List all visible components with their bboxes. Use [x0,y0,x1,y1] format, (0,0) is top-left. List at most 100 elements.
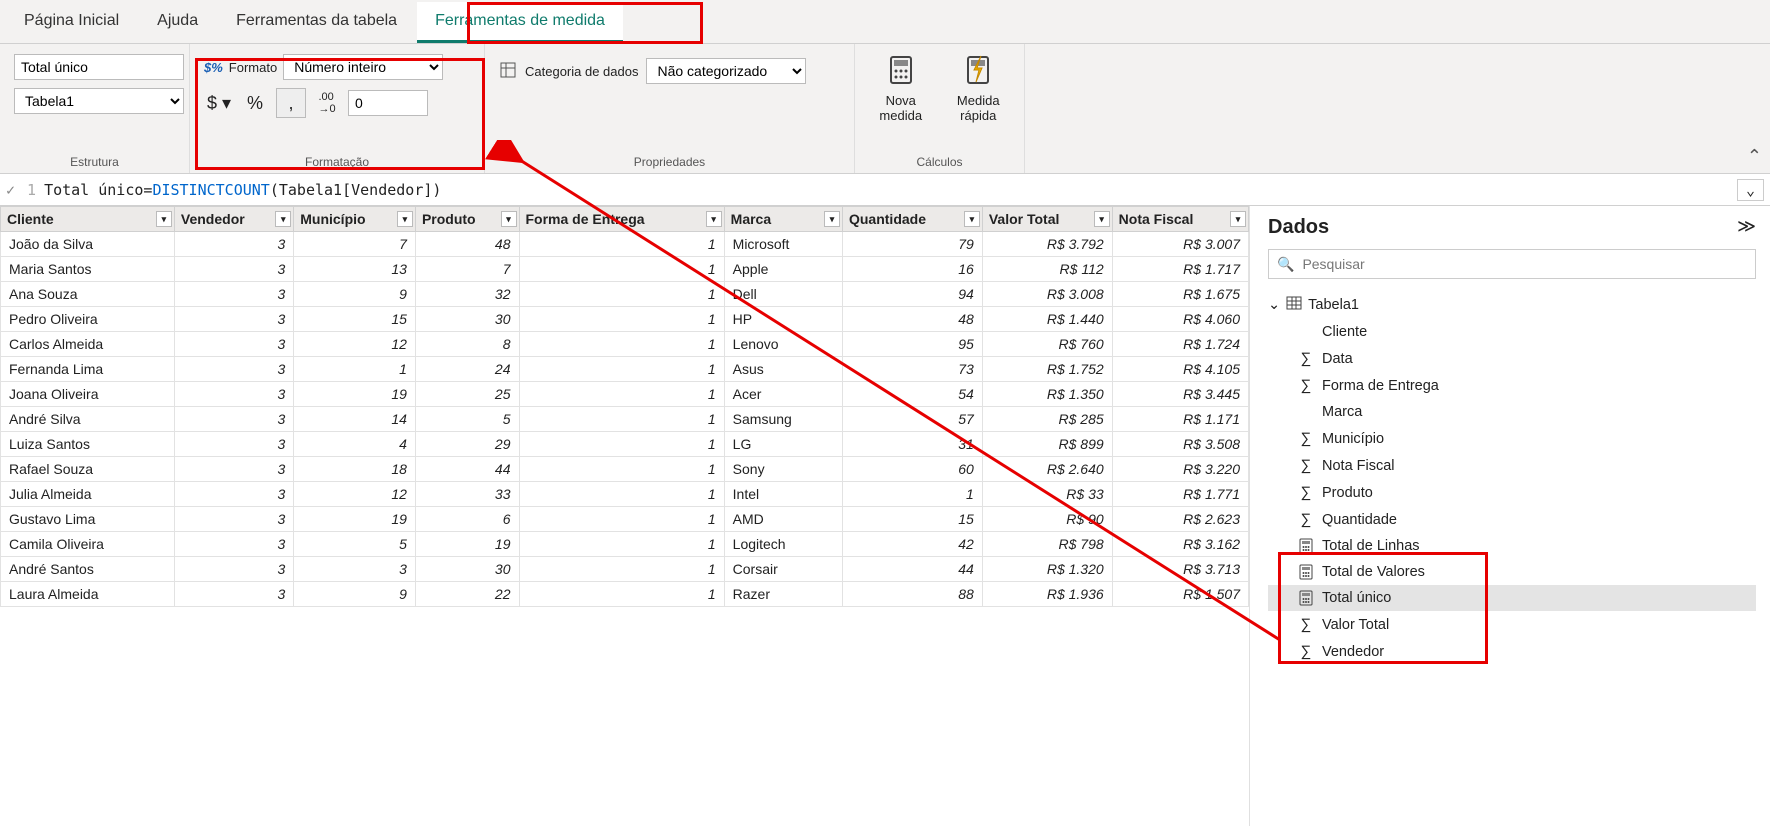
column-filter-button[interactable]: ▾ [501,211,517,227]
decimal-shift-button[interactable]: .00→0 [312,88,342,118]
cell[interactable]: 7 [415,257,519,282]
cell[interactable]: 7 [294,232,416,257]
cell[interactable]: R$ 899 [982,432,1112,457]
cell[interactable]: 1 [519,382,724,407]
cell[interactable]: 3 [174,232,293,257]
column-header[interactable]: Nota Fiscal▾ [1112,207,1248,232]
cell[interactable]: 3 [174,282,293,307]
field-item[interactable]: ∑Forma de Entrega [1268,372,1756,399]
cell[interactable]: R$ 1.752 [982,357,1112,382]
column-header[interactable]: Quantidade▾ [842,207,982,232]
cell[interactable]: R$ 285 [982,407,1112,432]
percent-button[interactable]: % [240,88,270,118]
cell[interactable]: 1 [519,282,724,307]
table-row[interactable]: Maria Santos31371Apple16R$ 112R$ 1.717 [1,257,1249,282]
field-item[interactable]: ∑Produto [1268,479,1756,506]
table-row[interactable]: Pedro Oliveira315301HP48R$ 1.440R$ 4.060 [1,307,1249,332]
field-item[interactable]: Cliente [1268,319,1756,345]
tab-measure-tools[interactable]: Ferramentas de medida [417,2,623,43]
cell[interactable]: R$ 1.507 [1112,582,1248,607]
cell[interactable]: 19 [415,532,519,557]
tab-home[interactable]: Página Inicial [6,2,137,43]
decimals-input[interactable] [348,90,428,116]
collapse-ribbon-button[interactable]: ⌃ [1747,146,1762,167]
column-filter-button[interactable]: ▾ [397,211,413,227]
cell[interactable]: 12 [294,482,416,507]
table-row[interactable]: João da Silva37481Microsoft79R$ 3.792R$ … [1,232,1249,257]
table-row[interactable]: André Santos33301Corsair44R$ 1.320R$ 3.7… [1,557,1249,582]
tab-help[interactable]: Ajuda [139,2,216,43]
cell[interactable]: R$ 1.350 [982,382,1112,407]
cell[interactable]: 22 [415,582,519,607]
cell[interactable]: 1 [519,332,724,357]
cell[interactable]: 42 [842,532,982,557]
cell[interactable]: Intel [724,482,842,507]
cell[interactable]: R$ 3.792 [982,232,1112,257]
cell[interactable]: 3 [174,357,293,382]
cell[interactable]: Sony [724,457,842,482]
cell[interactable]: R$ 2.623 [1112,507,1248,532]
currency-button[interactable]: $ ▾ [204,88,234,118]
cell[interactable]: 48 [842,307,982,332]
cell[interactable]: 12 [294,332,416,357]
table-row[interactable]: Fernanda Lima31241Asus73R$ 1.752R$ 4.105 [1,357,1249,382]
field-item[interactable]: ∑Quantidade [1268,506,1756,533]
table-row[interactable]: Ana Souza39321Dell94R$ 3.008R$ 1.675 [1,282,1249,307]
cell[interactable]: André Silva [1,407,175,432]
cell[interactable]: Razer [724,582,842,607]
cell[interactable]: R$ 3.162 [1112,532,1248,557]
cell[interactable]: 32 [415,282,519,307]
table-row[interactable]: Rafael Souza318441Sony60R$ 2.640R$ 3.220 [1,457,1249,482]
cell[interactable]: R$ 3.008 [982,282,1112,307]
cell[interactable]: 3 [174,557,293,582]
quick-measure-button[interactable]: Medida rápida [947,54,1011,123]
cell[interactable]: Lenovo [724,332,842,357]
cell[interactable]: 57 [842,407,982,432]
cell[interactable]: 95 [842,332,982,357]
field-item[interactable]: Marca [1268,399,1756,425]
cell[interactable]: R$ 3.445 [1112,382,1248,407]
column-filter-button[interactable]: ▾ [1230,211,1246,227]
formula-expand-button[interactable]: ⌄ [1737,179,1764,201]
fields-expand-button[interactable]: ≫ [1737,216,1756,237]
column-header[interactable]: Vendedor▾ [174,207,293,232]
cell[interactable]: R$ 1.717 [1112,257,1248,282]
cell[interactable]: Pedro Oliveira [1,307,175,332]
data-table-wrap[interactable]: Cliente▾Vendedor▾Município▾Produto▾Forma… [0,206,1250,826]
cell[interactable]: André Santos [1,557,175,582]
cell[interactable]: 14 [294,407,416,432]
cell[interactable]: Gustavo Lima [1,507,175,532]
cell[interactable]: João da Silva [1,232,175,257]
cell[interactable]: Corsair [724,557,842,582]
column-filter-button[interactable]: ▾ [275,211,291,227]
cell[interactable]: 1 [842,482,982,507]
cell[interactable]: Camila Oliveira [1,532,175,557]
cell[interactable]: Samsung [724,407,842,432]
cell[interactable]: 1 [519,257,724,282]
cell[interactable]: 3 [174,507,293,532]
field-item[interactable]: ∑Nota Fiscal [1268,452,1756,479]
cell[interactable]: 73 [842,357,982,382]
cell[interactable]: 5 [415,407,519,432]
table-row[interactable]: Laura Almeida39221Razer88R$ 1.936R$ 1.50… [1,582,1249,607]
cell[interactable]: R$ 3.713 [1112,557,1248,582]
cell[interactable]: 79 [842,232,982,257]
column-filter-button[interactable]: ▾ [964,211,980,227]
cell[interactable]: AMD [724,507,842,532]
cell[interactable]: 1 [519,432,724,457]
cell[interactable]: R$ 1.320 [982,557,1112,582]
cell[interactable]: 1 [519,507,724,532]
cell[interactable]: 4 [294,432,416,457]
cell[interactable]: R$ 1.724 [1112,332,1248,357]
cell[interactable]: 19 [294,382,416,407]
field-item[interactable]: ∑Data [1268,345,1756,372]
formula-check-icon[interactable]: ✓ [6,181,15,199]
cell[interactable]: 1 [519,457,724,482]
cell[interactable]: 3 [174,582,293,607]
cell[interactable]: Asus [724,357,842,382]
cell[interactable]: 8 [415,332,519,357]
cell[interactable]: 5 [294,532,416,557]
cell[interactable]: Ana Souza [1,282,175,307]
cell[interactable]: 30 [415,557,519,582]
cell[interactable]: 1 [519,407,724,432]
